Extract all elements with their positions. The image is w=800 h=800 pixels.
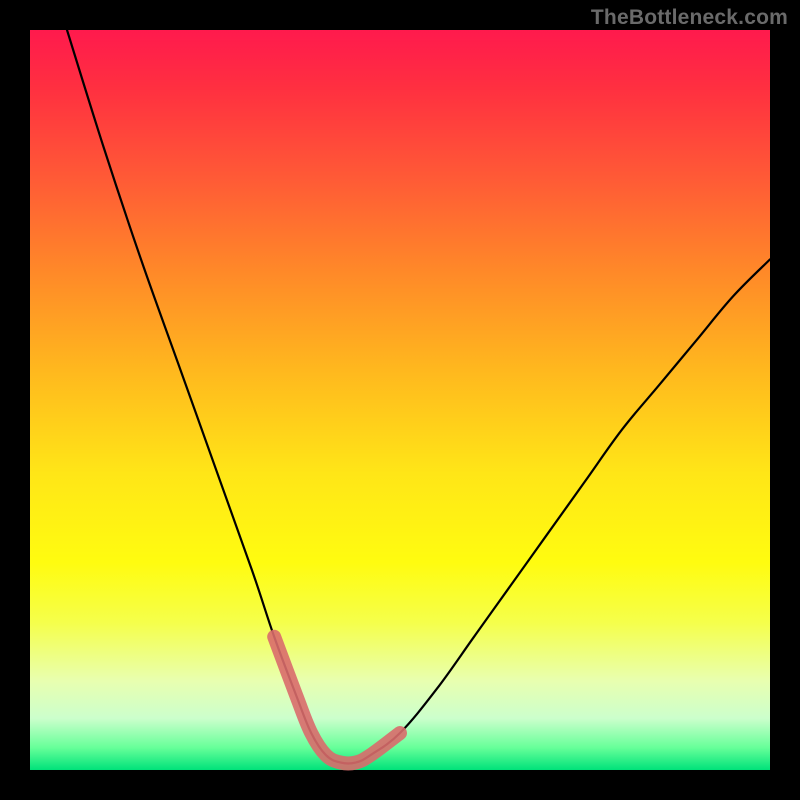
curve-layer bbox=[30, 30, 770, 770]
chart-frame: TheBottleneck.com bbox=[0, 0, 800, 800]
bottleneck-curve bbox=[67, 30, 770, 764]
optimal-zone-highlight bbox=[274, 637, 400, 764]
watermark-text: TheBottleneck.com bbox=[591, 6, 788, 30]
plot-area bbox=[30, 30, 770, 770]
